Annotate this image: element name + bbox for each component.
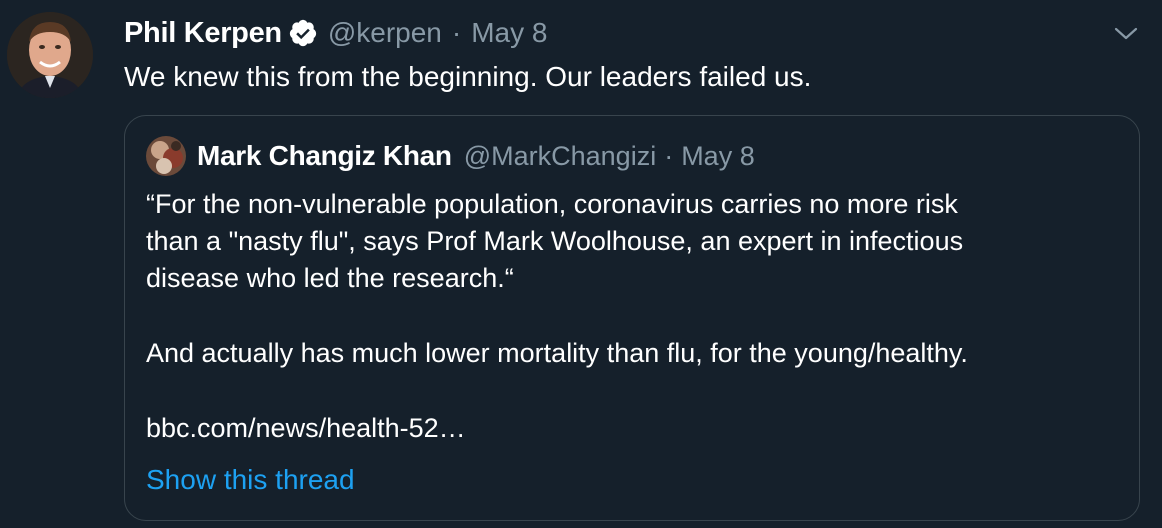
quoted-text-line: than a "nasty flu", says Prof Mark Woolh… bbox=[146, 226, 964, 256]
tweet-text: We knew this from the beginning. Our lea… bbox=[124, 61, 812, 92]
chevron-down-icon[interactable] bbox=[1112, 22, 1140, 46]
quoted-date: May 8 bbox=[681, 140, 755, 171]
show-thread-link[interactable]: Show this thread bbox=[146, 464, 355, 496]
tweet-date[interactable]: May 8 bbox=[471, 17, 547, 49]
author-name[interactable]: Phil Kerpen bbox=[124, 17, 282, 50]
quoted-author-handle: @MarkChangizi bbox=[463, 140, 657, 171]
quoted-text-line: disease who led the research.“ bbox=[146, 263, 514, 293]
tweet-header: Phil Kerpen @kerpen · May 8 bbox=[124, 14, 547, 52]
author-handle[interactable]: @kerpen bbox=[328, 17, 442, 49]
quoted-avatar[interactable] bbox=[146, 136, 186, 176]
avatar[interactable] bbox=[7, 12, 93, 98]
separator-dot: · bbox=[664, 140, 674, 171]
quoted-text-line: “For the non-vulnerable population, coro… bbox=[146, 189, 958, 219]
quoted-header: Mark Changiz Khan @MarkChangizi · May 8 bbox=[197, 136, 755, 176]
quoted-tweet[interactable]: Mark Changiz Khan @MarkChangizi · May 8 … bbox=[124, 115, 1140, 521]
quoted-text-paragraph: And actually has much lower mortality th… bbox=[146, 338, 968, 368]
separator-dot: · bbox=[451, 17, 462, 48]
quoted-body: “For the non-vulnerable population, coro… bbox=[146, 186, 1121, 447]
verified-badge-icon bbox=[288, 18, 318, 48]
tweet-card[interactable]: Phil Kerpen @kerpen · May 8 We knew this… bbox=[0, 0, 1162, 528]
article-link: bbc.com/news/health-52… bbox=[146, 413, 466, 443]
quoted-author-name: Mark Changiz Khan bbox=[197, 140, 452, 171]
